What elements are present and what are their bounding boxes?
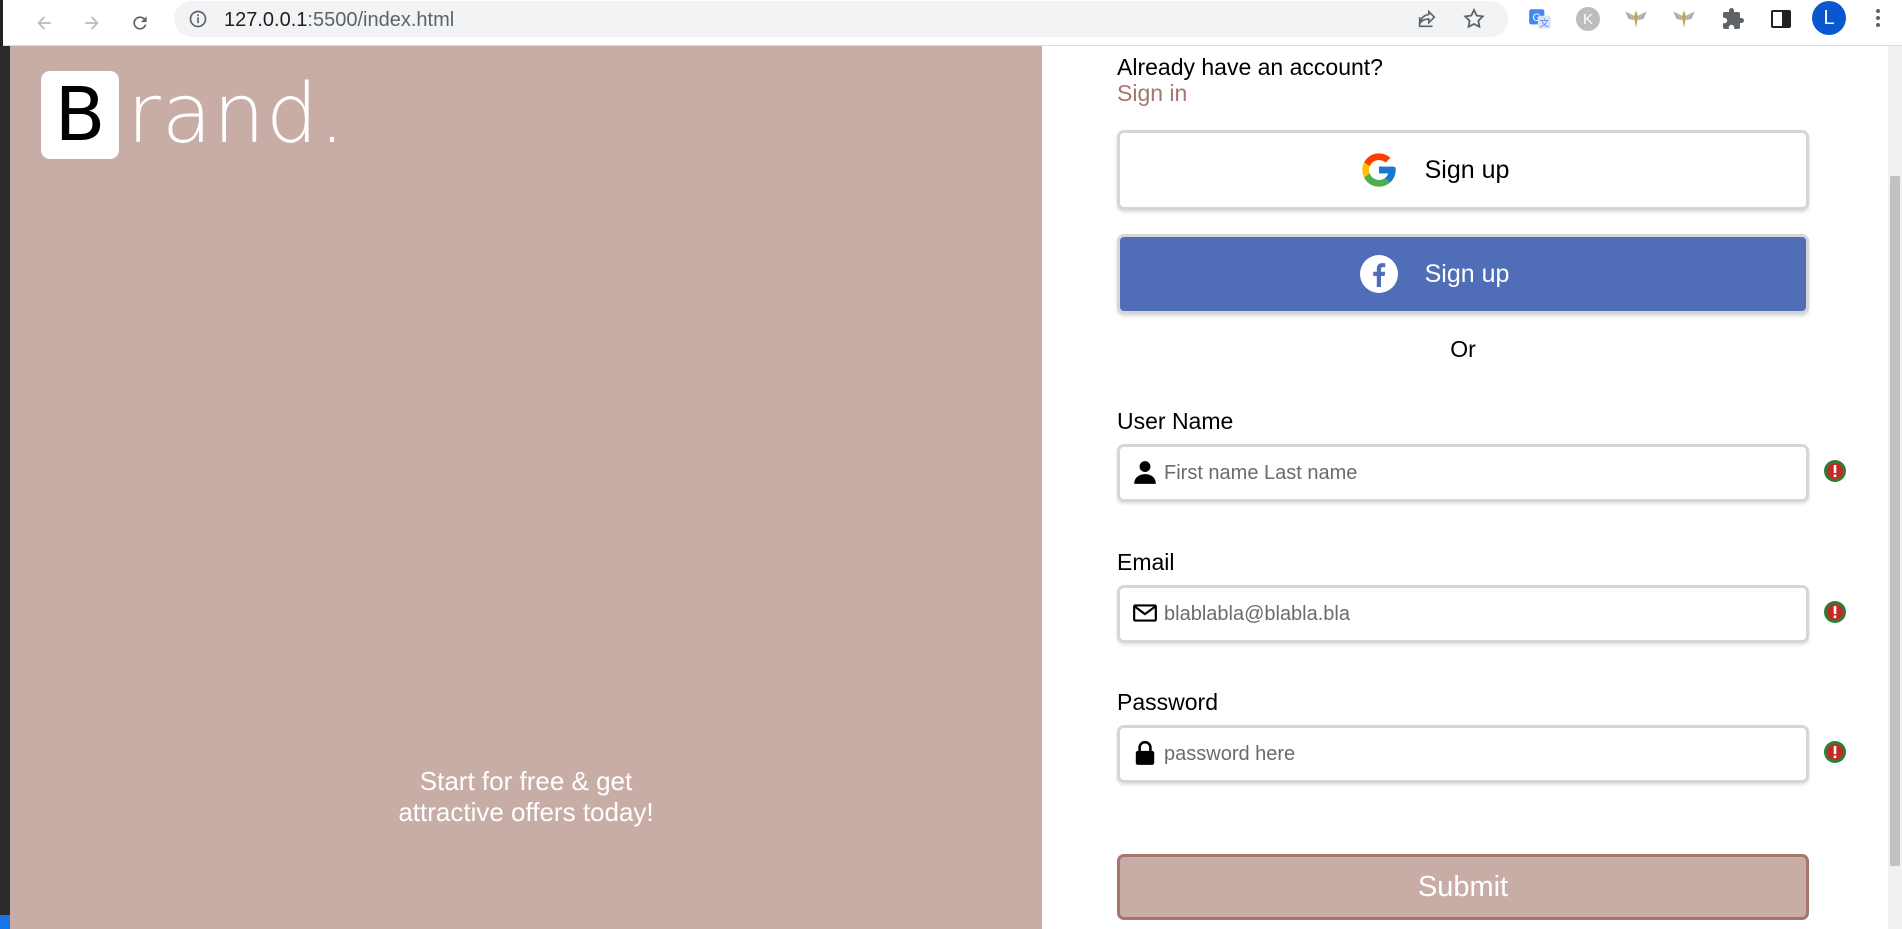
page-scrollbar[interactable] [1888,46,1902,929]
username-label: User Name [1117,408,1234,434]
brand-initial: B [41,71,119,159]
brand-logo: B rand. [41,71,346,159]
facebook-signup-label: Sign up [1424,259,1510,288]
email-field[interactable] [1117,585,1809,643]
wing-extension-icon[interactable] [1622,5,1650,33]
window-edge [0,0,3,46]
back-button[interactable] [27,6,61,40]
wing-extension-icon-2[interactable] [1670,5,1698,33]
puzzle-extensions-icon[interactable] [1719,5,1747,33]
brand-rest: rand. [127,67,347,162]
already-account-text: Already have an account? [1117,54,1383,80]
hero-panel: B rand. Start for free & get attractive … [10,46,1042,929]
warning-icon [1824,460,1846,482]
sign-in-link[interactable]: Sign in [1117,80,1187,107]
profile-avatar[interactable]: L [1812,1,1846,35]
k-extension-icon[interactable]: K [1574,5,1602,33]
forward-button[interactable] [75,6,109,40]
google-signup-label: Sign up [1424,155,1510,184]
facebook-icon [1359,255,1398,293]
facebook-signup-button[interactable]: Sign up [1117,234,1809,314]
reload-icon [133,16,147,30]
scrollbar-thumb[interactable] [1890,176,1900,866]
info-icon[interactable] [188,9,208,29]
url-text[interactable]: 127.0.0.1:5500/index.html [224,9,454,32]
envelope-icon [1133,604,1157,622]
username-field[interactable] [1117,444,1809,502]
tagline: Start for free & get attractive offers t… [10,766,1042,828]
user-icon [1134,461,1156,484]
translate-extension-icon[interactable]: G文 [1526,5,1554,33]
taskbar-sliver [0,915,10,929]
tagline-line-2: attractive offers today! [398,797,654,827]
tagline-line-1: Start for free & get [419,766,633,796]
username-input[interactable] [1164,455,1784,491]
google-icon [1361,153,1396,187]
password-input[interactable] [1164,736,1784,772]
submit-button[interactable]: Submit [1117,854,1809,920]
reload-button[interactable] [123,6,157,40]
email-input[interactable] [1164,596,1784,632]
address-bar[interactable]: 127.0.0.1:5500/index.html [174,1,1508,37]
arrow-left-icon [37,16,51,30]
browser-toolbar: 127.0.0.1:5500/index.html G文 K L [0,0,1902,46]
lock-icon [1135,740,1155,765]
password-field[interactable] [1117,725,1809,783]
bookmark-star-icon[interactable] [1462,7,1486,31]
warning-icon [1824,741,1846,763]
menu-kebab-icon[interactable] [1866,6,1890,30]
or-divider: Or [1450,336,1476,362]
google-signup-button[interactable]: Sign up [1117,130,1809,210]
side-panel-icon[interactable] [1767,5,1795,33]
arrow-right-icon [85,16,99,30]
window-edge-left [0,46,10,929]
svg-text:文: 文 [1539,17,1549,30]
password-label: Password [1117,689,1218,715]
share-icon[interactable] [1416,8,1438,30]
email-label: Email [1117,549,1175,575]
warning-icon [1824,601,1846,623]
signup-form: Already have an account? Sign in Sign up… [1042,46,1888,929]
